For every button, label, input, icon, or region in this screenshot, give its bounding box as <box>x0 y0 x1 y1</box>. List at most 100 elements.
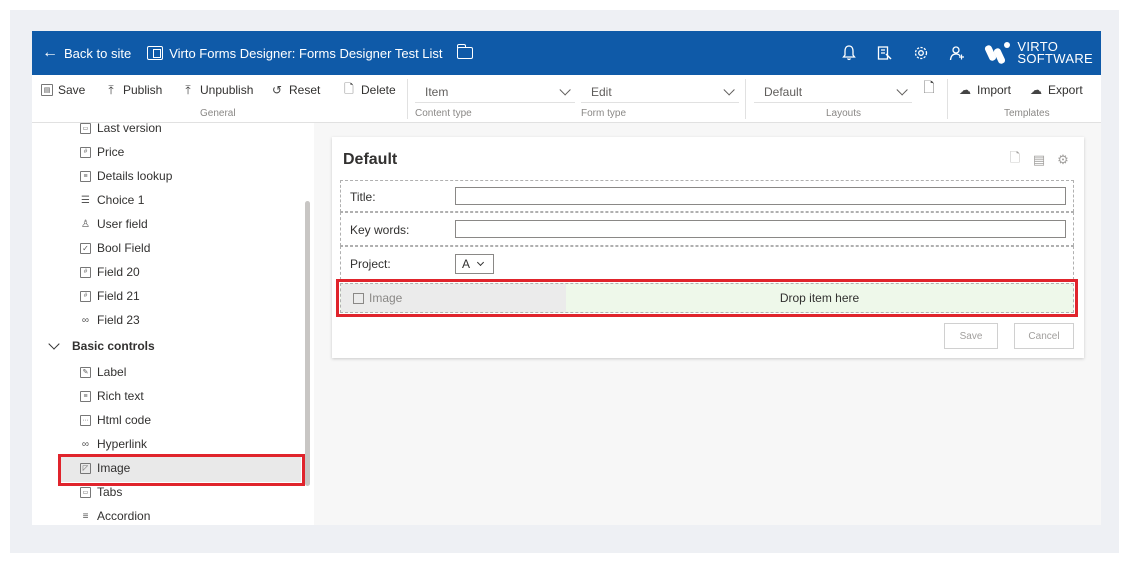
logo-line-2: SOFTWARE <box>1017 51 1093 66</box>
fields-sidebar: ▭ Last version # Price ≡ Details lookup … <box>32 123 314 525</box>
sidebar-item-label-control[interactable]: ✎ Label <box>80 361 126 383</box>
person-icon[interactable] <box>947 43 967 63</box>
content-type-select[interactable]: Item <box>415 81 575 103</box>
sidebar-item-field-21[interactable]: # Field 21 <box>80 285 140 307</box>
sidebar-item-label: Choice 1 <box>97 193 145 207</box>
rich-text-icon: ≡ <box>80 390 91 402</box>
reset-label: Reset <box>289 83 321 97</box>
choice-icon: ☰ <box>81 194 90 206</box>
unpublish-icon: ⤒ <box>185 82 191 97</box>
group-title-general: General <box>200 108 236 119</box>
layout-value: Default <box>764 84 803 99</box>
cloud-download-icon: ☁ <box>1030 83 1042 97</box>
ribbon-separator <box>745 79 746 119</box>
publish-icon: ⤒ <box>108 82 114 97</box>
save-icon: ▤ <box>41 84 53 96</box>
form-view-icon[interactable]: ▤ <box>1032 152 1046 167</box>
export-button[interactable]: ☁ Export <box>1029 83 1083 97</box>
forms-designer-icon <box>147 46 164 60</box>
save-button[interactable]: ▤ Save <box>41 83 85 97</box>
key-words-input[interactable] <box>455 220 1066 238</box>
sidebar-item-price[interactable]: # Price <box>80 141 124 163</box>
field-label: Title: <box>350 190 376 204</box>
chevron-down-icon <box>48 338 60 350</box>
drop-zone-highlight <box>336 279 1078 317</box>
virto-logo: VIRTO SOFTWARE <box>984 40 1093 66</box>
sidebar-item-label: Hyperlink <box>97 437 148 451</box>
sidebar-item-label: Label <box>97 365 127 379</box>
sidebar-item-label: Field 21 <box>97 289 140 303</box>
save-button[interactable]: Save <box>944 323 998 349</box>
layout-heading: Default <box>343 151 398 168</box>
form-row-key-words: Key words: <box>340 212 1074 246</box>
field-label: Project: <box>350 257 391 271</box>
link-icon: ∞ <box>81 314 90 326</box>
form-row-title: Title: <box>340 180 1074 212</box>
content-type-value: Item <box>425 84 449 99</box>
sidebar-item-choice-1[interactable]: ☰ Choice 1 <box>80 189 144 211</box>
accordion-icon: ≡ <box>82 510 89 522</box>
chevron-down-icon <box>559 83 571 96</box>
sidebar-group-label: Basic controls <box>72 339 155 353</box>
sidebar-item-last-version[interactable]: ▭ Last version <box>80 123 162 139</box>
edit-document-icon[interactable]: 🗋 <box>1008 150 1022 167</box>
gear-icon[interactable] <box>911 43 931 63</box>
sidebar-item-label: Field 23 <box>97 313 140 327</box>
sidebar-item-label: Last version <box>97 123 162 135</box>
label-icon: ✎ <box>80 366 91 378</box>
sidebar-item-hyperlink[interactable]: ∞ Hyperlink <box>80 433 147 455</box>
back-to-site-label: Back to site <box>64 45 132 61</box>
new-layout-button[interactable]: 🗋 <box>922 79 941 96</box>
lookup-icon: ≡ <box>80 170 91 182</box>
ribbon-separator <box>407 79 408 119</box>
chevron-down-icon <box>896 83 908 96</box>
publish-label: Publish <box>123 83 163 97</box>
sidebar-group-basic-controls[interactable]: Basic controls <box>48 335 155 357</box>
ribbon-group-general: ▤ Save ⤒ Publish ⤒ Unpublish ↺ Reset 🗋 D… <box>32 75 404 123</box>
layout-select[interactable]: Default <box>754 81 912 103</box>
export-label: Export <box>1048 83 1083 97</box>
sidebar-item-bool-field[interactable]: ✓ Bool Field <box>80 237 150 259</box>
reset-icon: ↺ <box>271 83 283 97</box>
delete-button[interactable]: 🗋 Delete <box>342 82 396 98</box>
sidebar-item-user-field[interactable]: ♙ User field <box>80 213 148 235</box>
reader-icon[interactable] <box>875 43 895 63</box>
sidebar-item-rich-text[interactable]: ≡ Rich text <box>80 385 144 407</box>
sidebar-item-label: User field <box>97 217 148 231</box>
sidebar-item-accordion[interactable]: ≡ Accordion <box>80 505 151 525</box>
designer-title: Virto Forms Designer: Forms Designer Tes… <box>147 46 443 61</box>
sidebar-scrollbar[interactable] <box>305 201 310 486</box>
sidebar-item-details-lookup[interactable]: ≡ Details lookup <box>80 165 172 187</box>
sidebar-item-label: Accordion <box>97 509 151 523</box>
import-button[interactable]: ☁ Import <box>958 83 1011 97</box>
unpublish-button[interactable]: ⤒ Unpublish <box>181 82 254 98</box>
folder-open-icon[interactable] <box>456 44 473 59</box>
sidebar-item-label: Bool Field <box>97 241 151 255</box>
sidebar-item-label: Field 20 <box>97 265 140 279</box>
bell-icon[interactable] <box>839 43 859 63</box>
save-label: Save <box>58 83 86 97</box>
unpublish-label: Unpublish <box>200 83 254 97</box>
publish-button[interactable]: ⤒ Publish <box>104 82 163 98</box>
cancel-button[interactable]: Cancel <box>1014 323 1074 349</box>
back-to-site-link[interactable]: ← Back to site <box>32 44 131 62</box>
chevron-down-icon <box>723 83 735 96</box>
form-type-select[interactable]: Edit <box>581 81 739 103</box>
sidebar-item-label: Price <box>97 145 125 159</box>
sidebar-item-label: Rich text <box>97 389 144 403</box>
sidebar-item-field-23[interactable]: ∞ Field 23 <box>80 309 140 331</box>
ribbon-separator <box>947 79 948 119</box>
title-input[interactable] <box>455 187 1066 205</box>
form-canvas: Default 🗋 ▤ ⚙ Title: Key words: Project:… <box>314 123 1101 525</box>
gear-icon[interactable]: ⚙ <box>1056 152 1070 167</box>
ribbon-group-layouts: Default 🗋 Layouts <box>754 75 944 123</box>
sidebar-item-html-code[interactable]: ⋯ Html code <box>80 409 151 431</box>
sidebar-item-field-20[interactable]: # Field 20 <box>80 261 140 283</box>
import-label: Import <box>977 83 1012 97</box>
project-select[interactable]: A <box>455 254 494 274</box>
form-layout-card: Default 🗋 ▤ ⚙ Title: Key words: Project:… <box>332 137 1084 358</box>
new-document-icon: 🗋 <box>923 79 935 95</box>
number-field-icon: # <box>80 146 91 158</box>
arrow-left-icon: ← <box>42 44 58 61</box>
reset-button[interactable]: ↺ Reset <box>270 83 320 97</box>
